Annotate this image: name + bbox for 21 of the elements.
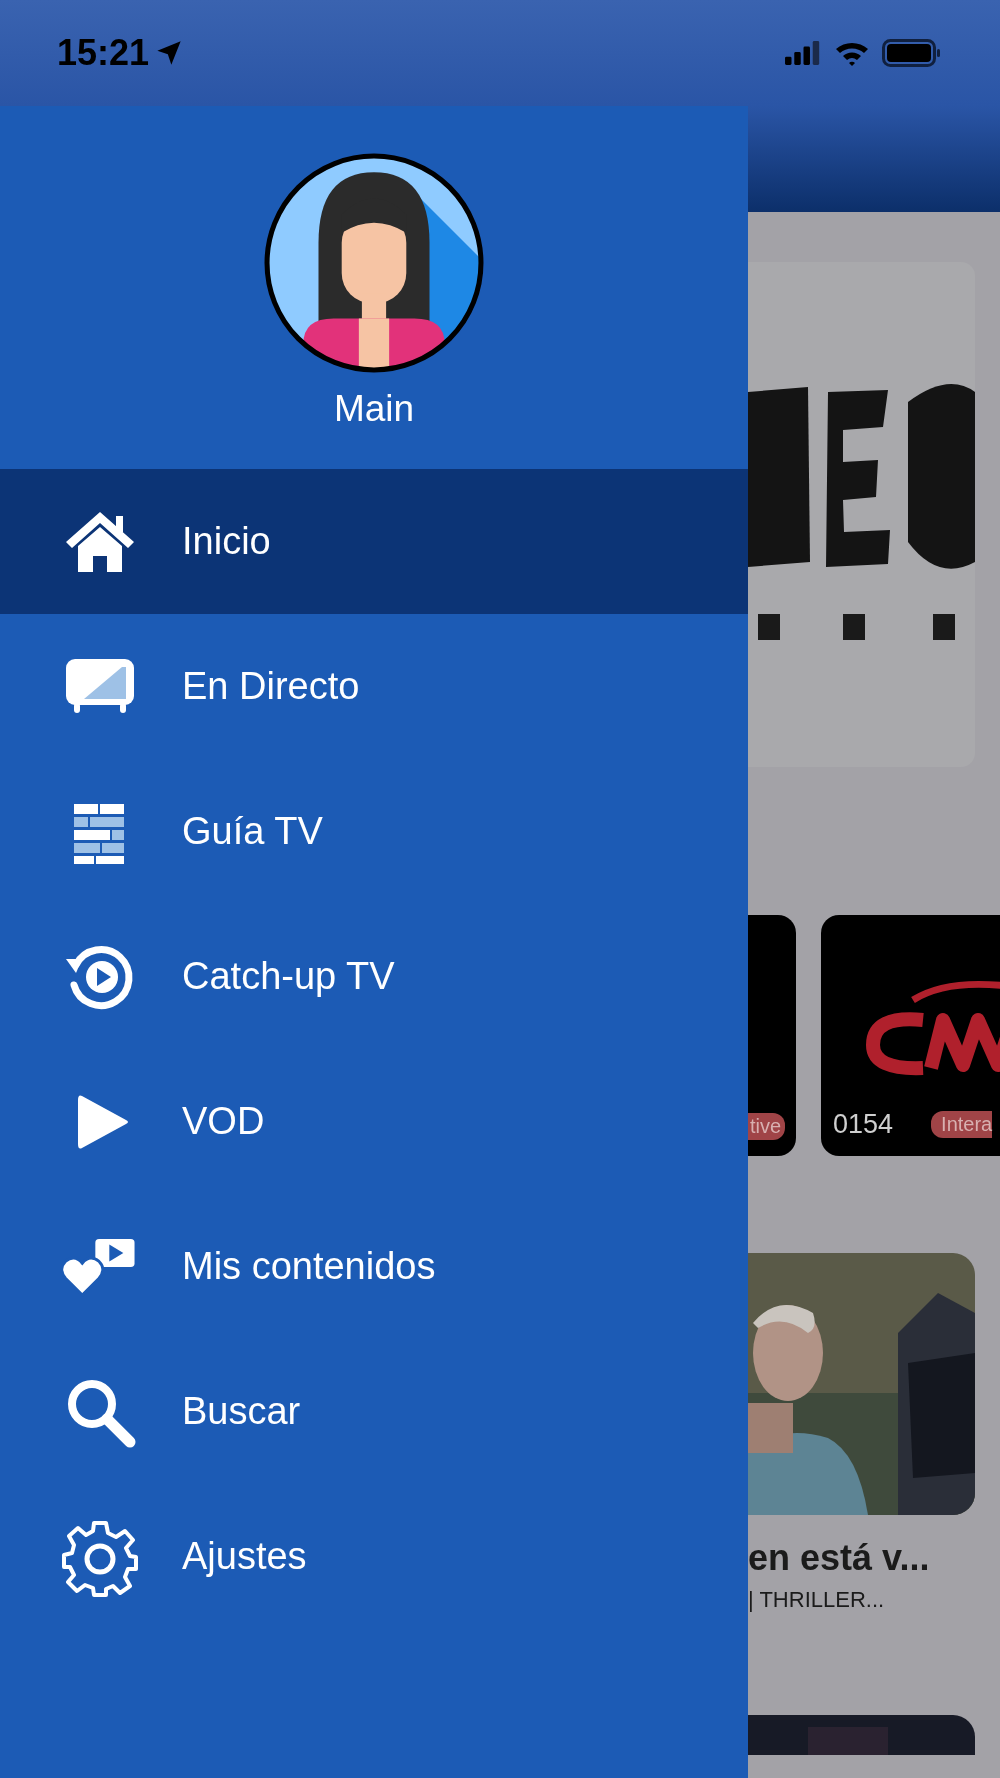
movie-genre: | THRILLER... [748,1587,886,1613]
movie-title: en está v... [748,1537,931,1579]
profile-name: Main [333,388,415,430]
signal-icon [785,41,822,65]
menu-item[interactable]: En Directo [0,614,748,759]
menu-item[interactable]: Inicio [0,469,748,614]
menu-item[interactable]: Buscar [0,1339,748,1484]
avatar-icon [263,152,485,374]
location-arrow-icon [155,39,184,67]
channel-number: 0154 [833,1109,894,1140]
channel-badge: tive [748,1113,786,1140]
status-time: 15:21 [57,32,150,74]
wifi-icon [834,40,870,66]
menu-item[interactable]: VOD [0,1049,748,1194]
channel-card[interactable]: 0154 Intera [821,915,1000,1156]
menu-item[interactable]: Catch-up TV [0,904,748,1049]
menu-item[interactable]: Guía TV [0,759,748,904]
battery-icon [882,39,942,67]
menu-item[interactable]: Ajustes [0,1484,748,1629]
menu-item[interactable]: Mis contenidos [0,1194,748,1339]
channel-badge: Intera [931,1111,993,1138]
